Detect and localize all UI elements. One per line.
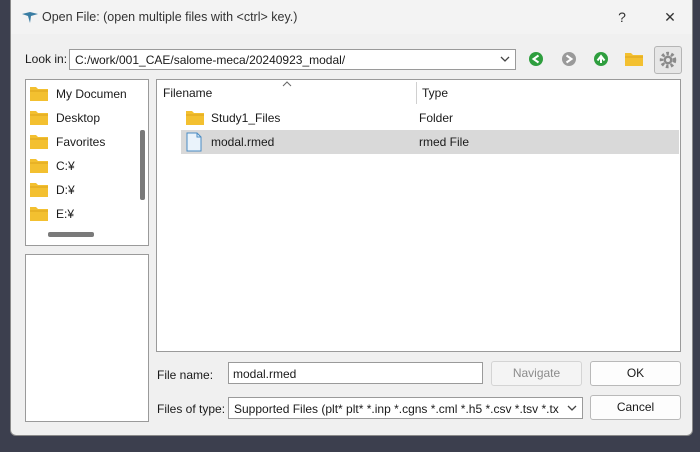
back-icon[interactable] (525, 49, 547, 69)
file-name-input[interactable]: modal.rmed (228, 362, 483, 384)
place-label: D:¥ (56, 183, 75, 197)
help-button[interactable]: ? (608, 6, 636, 28)
file-type: rmed File (419, 135, 470, 149)
folder-icon (30, 183, 48, 197)
folder-icon (30, 159, 48, 173)
place-my-documents[interactable]: My Documen (30, 82, 130, 106)
file-type: Folder (419, 111, 454, 125)
window-title: Open File: (open multiple files with <ct… (42, 10, 298, 24)
places-vertical-scrollbar[interactable] (140, 130, 145, 200)
chevron-down-icon (567, 405, 577, 411)
look-in-label: Look in: (25, 52, 68, 66)
column-header-type[interactable]: Type (422, 80, 448, 106)
place-desktop[interactable]: Desktop (30, 106, 130, 130)
up-icon[interactable] (590, 49, 612, 69)
place-drive-d[interactable]: D:¥ (30, 178, 130, 202)
folder-icon (30, 111, 48, 125)
folder-icon (30, 87, 48, 101)
files-of-type-label: Files of type: (157, 402, 226, 416)
chevron-down-icon (500, 56, 510, 62)
folder-icon (30, 135, 48, 149)
folder-icon (186, 111, 204, 125)
look-in-path: C:/work/001_CAE/salome-meca/20240923_mod… (75, 53, 346, 67)
settings-icon[interactable] (654, 46, 682, 74)
sort-ascending-icon (282, 81, 292, 87)
file-icon (186, 132, 202, 152)
file-row-study1-files[interactable]: Study1_Files Folder (181, 106, 679, 130)
open-file-dialog: Open File: (open multiple files with <ct… (10, 0, 693, 436)
app-logo-icon (22, 12, 38, 23)
place-favorites[interactable]: Favorites (30, 130, 130, 154)
file-row-modal-rmed[interactable]: modal.rmed rmed File (181, 130, 679, 154)
folder-icon (30, 207, 48, 221)
place-label: My Documen (56, 87, 127, 101)
title-bar: Open File: (open multiple files with <ct… (11, 0, 692, 34)
close-button[interactable]: ✕ (656, 6, 684, 28)
file-name-value: modal.rmed (233, 367, 297, 381)
cancel-button[interactable]: Cancel (590, 395, 681, 420)
place-label: E:¥ (56, 207, 75, 221)
place-label: Favorites (56, 135, 106, 149)
places-panel: My Documen Desktop Favorites C:¥ D:¥ E:¥ (25, 79, 149, 246)
place-drive-c[interactable]: C:¥ (30, 154, 130, 178)
navigate-button[interactable]: Navigate (491, 361, 582, 386)
file-name: modal.rmed (211, 135, 275, 149)
column-header-filename[interactable]: Filename (163, 80, 212, 106)
place-label: Desktop (56, 111, 101, 125)
new-folder-icon[interactable] (623, 49, 645, 69)
files-of-type-combo[interactable]: Supported Files (plt* plt* *.inp *.cgns … (228, 397, 583, 419)
column-divider[interactable] (416, 82, 417, 104)
place-drive-e[interactable]: E:¥ (30, 202, 130, 226)
look-in-combo[interactable]: C:/work/001_CAE/salome-meca/20240923_mod… (69, 49, 516, 70)
files-of-type-value: Supported Files (plt* plt* *.inp *.cgns … (234, 402, 559, 416)
places-horizontal-scrollbar[interactable] (48, 232, 94, 237)
file-name: Study1_Files (211, 111, 281, 125)
place-label: C:¥ (56, 159, 75, 173)
file-list[interactable]: Filename Type Study1_Files Folder modal.… (156, 79, 681, 352)
preview-panel (25, 254, 149, 422)
forward-icon[interactable] (558, 49, 580, 69)
ok-button[interactable]: OK (590, 361, 681, 386)
file-name-label: File name: (157, 368, 214, 382)
